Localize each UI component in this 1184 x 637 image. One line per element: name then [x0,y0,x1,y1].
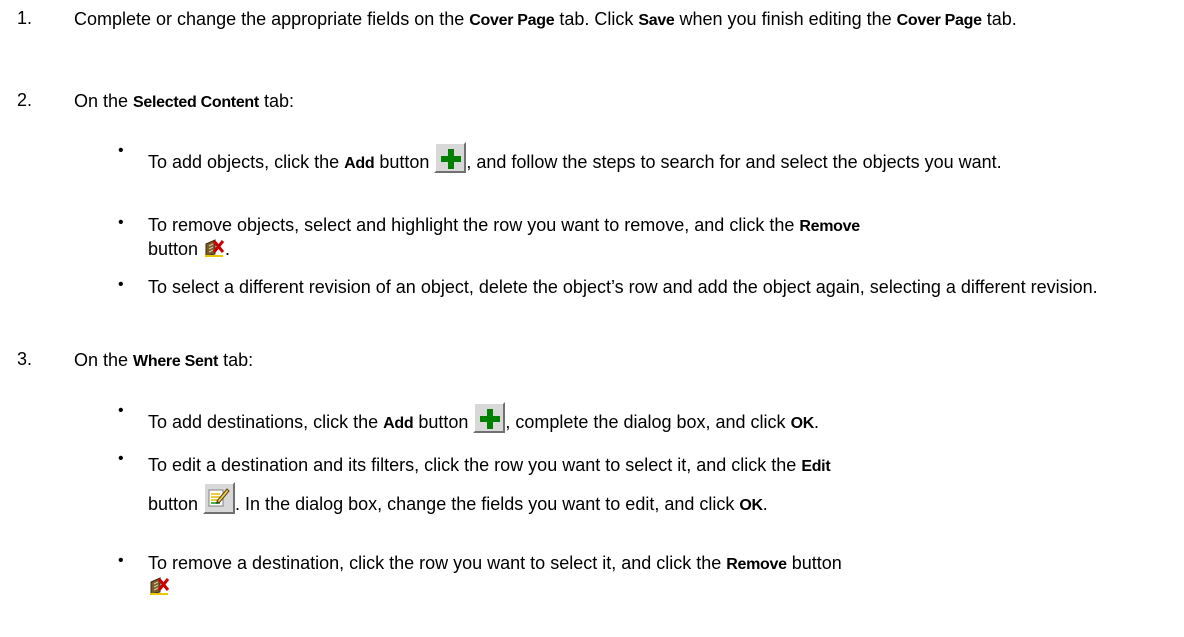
remove-icon[interactable] [148,576,170,601]
remove-icon[interactable] [203,238,225,263]
bullet-text: To edit a destination and its filters, c… [148,455,831,514]
bullet-dot: • [118,450,124,467]
step-text: On the Where Sent tab: [74,350,254,370]
bold-ok: OK [739,497,763,514]
add-plus-icon[interactable] [434,142,467,173]
bold-save: Save [638,12,675,29]
bold-cover-page: Cover Page [469,12,555,29]
step-number: 2. [17,90,33,110]
bullet-text: To remove objects, select and highlight … [148,214,1158,263]
bold-edit: Edit [801,458,831,475]
step-number: 3. [17,349,33,369]
bullet-dot: • [118,402,124,419]
edit-icon[interactable] [203,482,236,514]
bold-add: Add [383,415,414,432]
bold-add: Add [344,155,375,172]
bullet-text: To remove a destination, click the row y… [148,552,1158,601]
bullet-dot: • [118,214,124,231]
step-text: On the Selected Content tab: [74,91,294,111]
bold-where-sent: Where Sent [133,353,219,370]
bullet-text: To add objects, click the Add button , a… [148,142,1158,175]
step-text: Complete or change the appropriate field… [74,9,1017,29]
step-number: 1. [17,8,33,28]
add-plus-icon[interactable] [473,402,506,433]
bullet-dot: • [118,552,124,569]
bold-ok: OK [790,415,815,432]
bullet-text: To select a different revision of an obj… [148,277,1098,297]
bold-cover-page: Cover Page [896,12,982,29]
bullet-text: To add destinations, click the Add butto… [148,402,1158,435]
bullet-dot: • [118,142,124,159]
bullet-dot: • [118,276,124,293]
bold-remove: Remove [799,218,860,235]
bold-remove: Remove [726,556,787,573]
bold-selected-content: Selected Content [133,94,259,111]
